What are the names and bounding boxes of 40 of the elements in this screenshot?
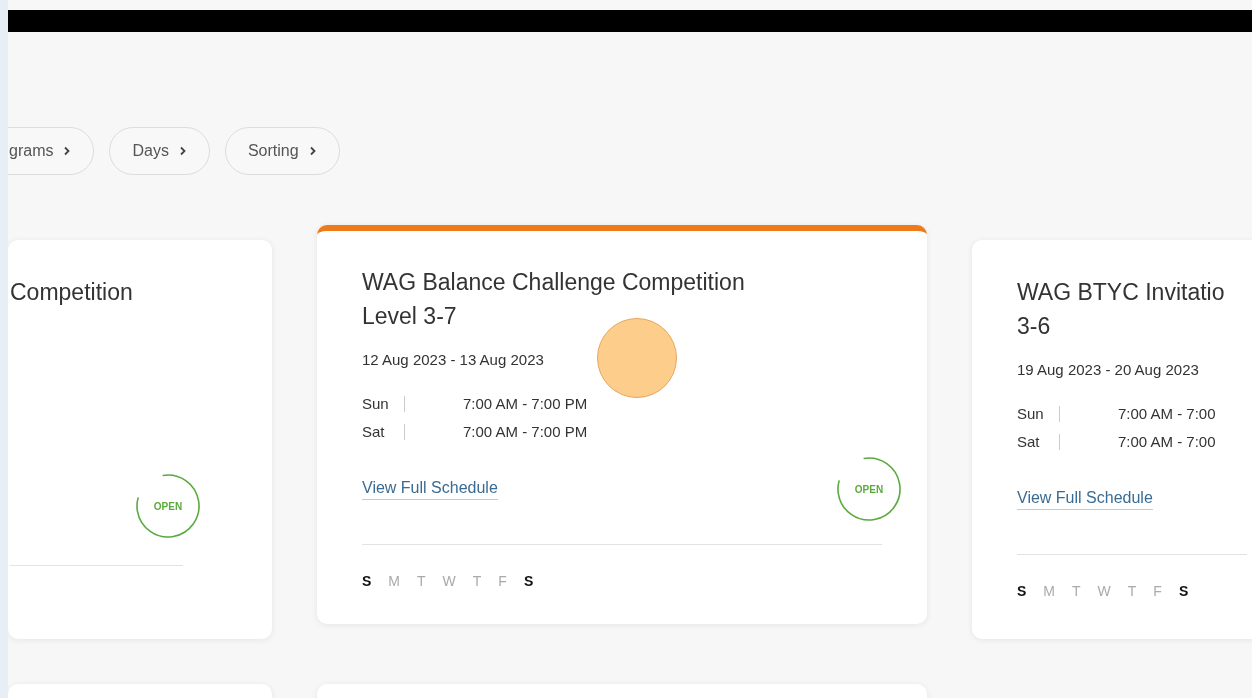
schedule-day: Sun (1017, 400, 1059, 428)
chevron-icon (63, 146, 72, 156)
filter-chip[interactable]: Sorting (224, 127, 340, 175)
event-card[interactable]: Competition OPEN (8, 240, 272, 639)
event-card[interactable]: WAG BTYC Invitatio 3-6 19 Aug 2023 - 20 Aug 2023 Sun 7:00 AM - 7:00 Sat 7:00 AM - 7:00 View Full Schedule S M T W T F S (972, 240, 1252, 639)
view-schedule-link[interactable]: View Full Schedule (1017, 488, 1153, 510)
event-dates: 12 Aug 2023 - 13 Aug 2023 (362, 351, 545, 368)
schedule-time: 7:00 AM - 7:00 PM (463, 394, 588, 414)
schedule-day: Sat (1017, 428, 1059, 456)
weekday-letter: T (472, 573, 482, 589)
view-schedule-link[interactable]: View Full Schedule (362, 478, 498, 500)
weekday-letter: M (1043, 583, 1055, 599)
weekday-letter: T (1127, 583, 1137, 599)
schedule-time: 7:00 AM - 7:00 PM (463, 422, 588, 442)
weekday-letter: W (1097, 583, 1111, 599)
schedule-time: 7:00 AM - 7:00 (1118, 432, 1216, 452)
weekday-letter: S (1017, 583, 1027, 599)
filter-chip[interactable]: grams (8, 127, 95, 175)
weekday-letter: S (523, 573, 534, 589)
event-title: WAG Balance Challenge Competition Level 3-7 (362, 268, 746, 331)
filter-chip[interactable]: Days (109, 127, 210, 175)
weekday-letter: S (362, 573, 372, 589)
schedule-time: 7:00 AM - 7:00 (1118, 404, 1216, 424)
schedule-day: Sun (362, 390, 404, 418)
event-dates: 19 Aug 2023 - 20 Aug 2023 (1017, 361, 1200, 378)
chevron-icon (308, 146, 317, 156)
schedule-day: Sat (362, 418, 404, 446)
status-badge: OPEN (836, 456, 902, 522)
weekday-letter: T (1072, 583, 1081, 599)
weekday-letter: F (498, 573, 507, 589)
event-title: Competition (10, 278, 134, 307)
weekday-letter: M (388, 573, 400, 589)
weekday-letter: F (1153, 583, 1162, 599)
event-title: WAG BTYC Invitatio 3-6 (1017, 278, 1226, 341)
chevron-icon (178, 146, 187, 156)
weekday-letter: S (1178, 583, 1189, 599)
weekday-letter: T (417, 573, 426, 589)
weekday-letter: W (442, 573, 456, 589)
status-badge: OPEN (135, 473, 201, 539)
event-card[interactable]: WAG Balance Challenge Competition Level 3-7 12 Aug 2023 - 13 Aug 2023 Sun 7:00 AM - 7:00 PM Sat 7:00 AM - 7:00 PM View Full Schedule OPEN S M T W T F S (317, 225, 927, 624)
